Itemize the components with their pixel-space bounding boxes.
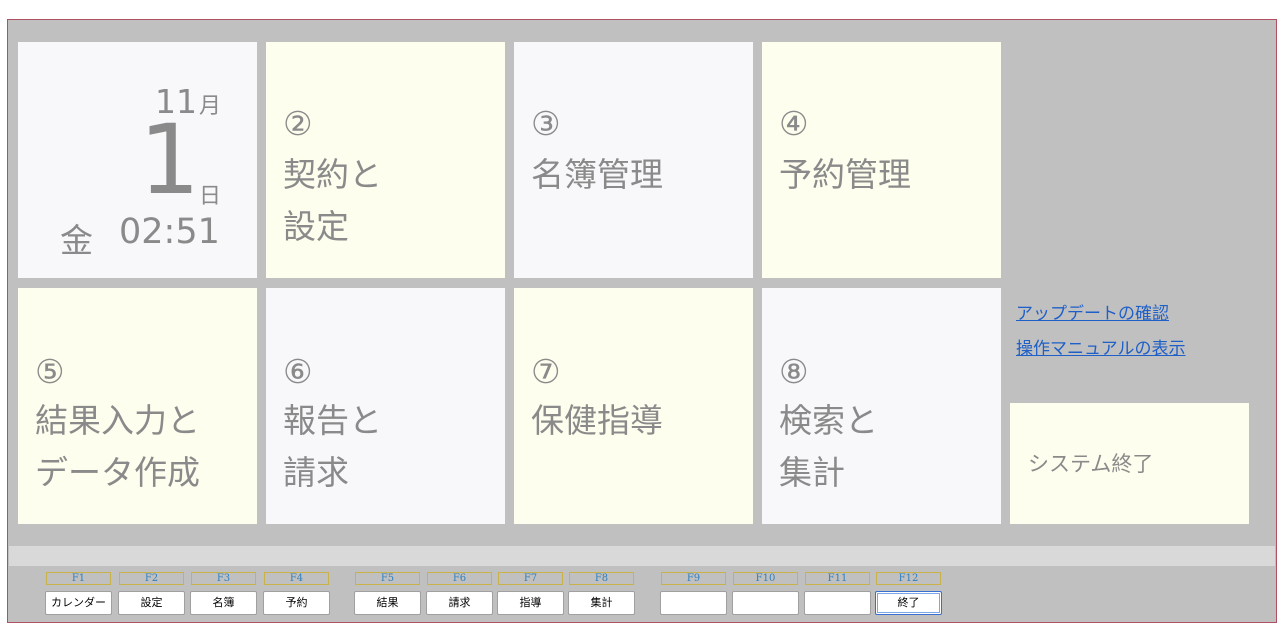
update-check-link[interactable]: アップデートの確認	[1016, 299, 1169, 324]
fkey-button-f11[interactable]	[804, 591, 871, 615]
tile-label-line2: データ作成	[35, 453, 200, 492]
calendar-weekday: 金	[60, 221, 93, 260]
tile-number: ⑧	[779, 352, 809, 391]
tile-label-line1: 契約と	[283, 155, 382, 194]
fkey-button-f9[interactable]	[660, 591, 727, 615]
fkey-label-f1: F1	[46, 572, 111, 585]
tile-number: ④	[779, 104, 809, 143]
fkey-label-f3: F3	[191, 572, 256, 585]
fkey-label-f2: F2	[119, 572, 184, 585]
fkey-label-f9: F9	[661, 572, 726, 585]
fkey-label-f11: F11	[805, 572, 870, 585]
menu-tile-contract-settings[interactable]: ② 契約と 設定	[266, 42, 505, 278]
fkey-label-f12: F12	[876, 572, 941, 585]
manual-display-link[interactable]: 操作マニュアルの表示	[1016, 334, 1186, 359]
fkey-label-f4: F4	[264, 572, 329, 585]
tile-label-line1: 結果入力と	[35, 401, 200, 440]
calendar-time: 02:51	[119, 212, 220, 252]
tile-label-line1: 検索と	[779, 401, 878, 440]
system-exit-label: システム終了	[1028, 452, 1154, 476]
calendar-month-unit: 月	[199, 94, 222, 119]
menu-tile-search-aggregate[interactable]: ⑧ 検索と 集計	[762, 288, 1001, 524]
fkey-button-calendar[interactable]: カレンダー	[45, 591, 112, 615]
fkey-button-billing[interactable]: 請求	[426, 591, 493, 615]
tile-label-line2: 集計	[779, 453, 845, 492]
tile-number: ⑤	[35, 352, 65, 391]
tile-number: ⑦	[531, 352, 561, 391]
fkey-button-f10[interactable]	[732, 591, 799, 615]
fkey-button-guidance[interactable]: 指導	[497, 591, 564, 615]
menu-tile-roster-management[interactable]: ③ 名簿管理	[514, 42, 753, 278]
menu-tile-result-entry[interactable]: ⑤ 結果入力と データ作成	[18, 288, 257, 524]
tile-label-line1: 予約管理	[779, 155, 911, 194]
main-menu-frame: 11 月 1 日 金 02:51 ② 契約と 設定 ③ 名簿管理 ④ 予約管理 …	[7, 19, 1277, 623]
menu-tile-report-billing[interactable]: ⑥ 報告と 請求	[266, 288, 505, 524]
fkey-label-f5: F5	[355, 572, 420, 585]
tile-number: ③	[531, 104, 561, 143]
menu-tile-reservation-management[interactable]: ④ 予約管理	[762, 42, 1001, 278]
fkey-label-f6: F6	[427, 572, 492, 585]
fkey-label-f10: F10	[733, 572, 798, 585]
status-strip	[9, 546, 1275, 566]
calendar-day: 1	[139, 104, 201, 216]
menu-tile-health-guidance[interactable]: ⑦ 保健指導	[514, 288, 753, 524]
tile-label-line1: 報告と	[283, 401, 382, 440]
tile-number: ⑥	[283, 352, 313, 391]
fkey-label-f7: F7	[498, 572, 563, 585]
fkey-button-aggregate[interactable]: 集計	[568, 591, 635, 615]
tile-label-line2: 請求	[283, 453, 349, 492]
fkey-label-f8: F8	[569, 572, 634, 585]
system-exit-tile[interactable]: システム終了	[1010, 403, 1249, 524]
calendar-tile[interactable]: 11 月 1 日 金 02:51	[18, 42, 257, 278]
calendar-day-unit: 日	[199, 184, 222, 209]
fkey-button-exit[interactable]: 終了	[875, 591, 942, 615]
fkey-button-settings[interactable]: 設定	[118, 591, 185, 615]
tile-label-line1: 名簿管理	[531, 155, 663, 194]
fkey-button-results[interactable]: 結果	[354, 591, 421, 615]
fkey-button-reservation[interactable]: 予約	[263, 591, 330, 615]
tile-label-line1: 保健指導	[531, 401, 663, 440]
fkey-button-roster[interactable]: 名簿	[190, 591, 257, 615]
tile-label-line2: 設定	[283, 207, 349, 246]
tile-number: ②	[283, 104, 313, 143]
